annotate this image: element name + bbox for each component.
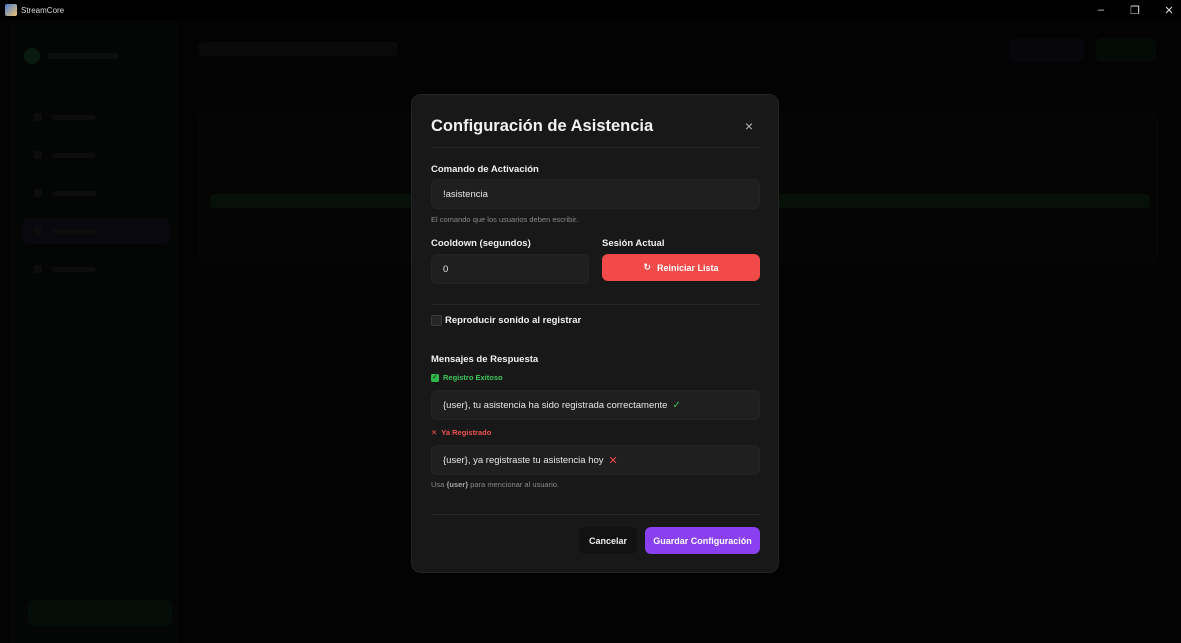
divider	[431, 304, 761, 305]
success-message-text: {user}, tu asistencia ha sido registrada…	[443, 399, 668, 411]
check-mark-icon: ✓	[672, 399, 681, 411]
cooldown-label: Cooldown (segundos)	[431, 238, 531, 249]
cancel-button[interactable]: Cancelar	[579, 527, 637, 554]
responses-help: Usa {user} para mencionar al usuario.	[431, 480, 559, 489]
window-titlebar: StreamCore – ❐ ✕	[0, 0, 1181, 20]
attendance-config-modal: Configuración de Asistencia × Comando de…	[411, 94, 779, 573]
refresh-icon: ↻	[643, 262, 651, 272]
divider	[431, 147, 761, 148]
window-controls: – ❐ ✕	[1095, 0, 1175, 20]
responses-help-suffix: para mencionar al usuario.	[470, 480, 560, 489]
already-registered-tag: ✕ Ya Registrado	[431, 428, 491, 437]
sound-checkbox-row[interactable]: Reproducir sonido al registrar	[431, 315, 581, 326]
close-window-icon[interactable]: ✕	[1163, 4, 1175, 17]
success-message-input[interactable]: {user}, tu asistencia ha sido registrada…	[431, 390, 760, 420]
modal-title: Configuración de Asistencia	[431, 117, 654, 135]
responses-help-prefix: Usa	[431, 480, 445, 489]
sound-checkbox[interactable]	[431, 315, 442, 326]
maximize-icon[interactable]: ❐	[1129, 4, 1141, 17]
reset-list-button[interactable]: ↻ Reiniciar Lista	[602, 254, 760, 281]
minimize-icon[interactable]: –	[1095, 4, 1107, 16]
responses-help-token: {user}	[446, 480, 469, 489]
already-registered-tag-label: Ya Registrado	[441, 428, 492, 437]
responses-title: Mensajes de Respuesta	[431, 354, 539, 365]
command-label: Comando de Activación	[431, 164, 539, 175]
success-tag-label: Registro Exitoso	[443, 373, 503, 382]
sound-checkbox-label: Reproducir sonido al registrar	[445, 315, 582, 326]
command-help: El comando que los usuarios deben escrib…	[431, 215, 579, 224]
already-message-text: {user}, ya registraste tu asistencia hoy	[443, 454, 604, 466]
success-tag: ✓ Registro Exitoso	[431, 373, 503, 382]
cross-mark-icon: ✕	[608, 454, 618, 467]
session-label: Sesión Actual	[602, 238, 665, 249]
cross-mark-icon: ✕	[431, 428, 438, 437]
command-input[interactable]: !asistencia	[431, 179, 760, 209]
checkbox-checked-icon: ✓	[431, 373, 439, 382]
close-icon[interactable]: ×	[740, 117, 758, 135]
window-title: StreamCore	[21, 5, 65, 15]
save-config-button[interactable]: Guardar Configuración	[645, 527, 760, 554]
reset-list-label: Reiniciar Lista	[657, 262, 719, 273]
divider	[431, 514, 761, 515]
app-icon	[5, 4, 17, 16]
cooldown-input[interactable]: 0	[431, 254, 589, 284]
already-message-input[interactable]: {user}, ya registraste tu asistencia hoy…	[431, 445, 760, 475]
